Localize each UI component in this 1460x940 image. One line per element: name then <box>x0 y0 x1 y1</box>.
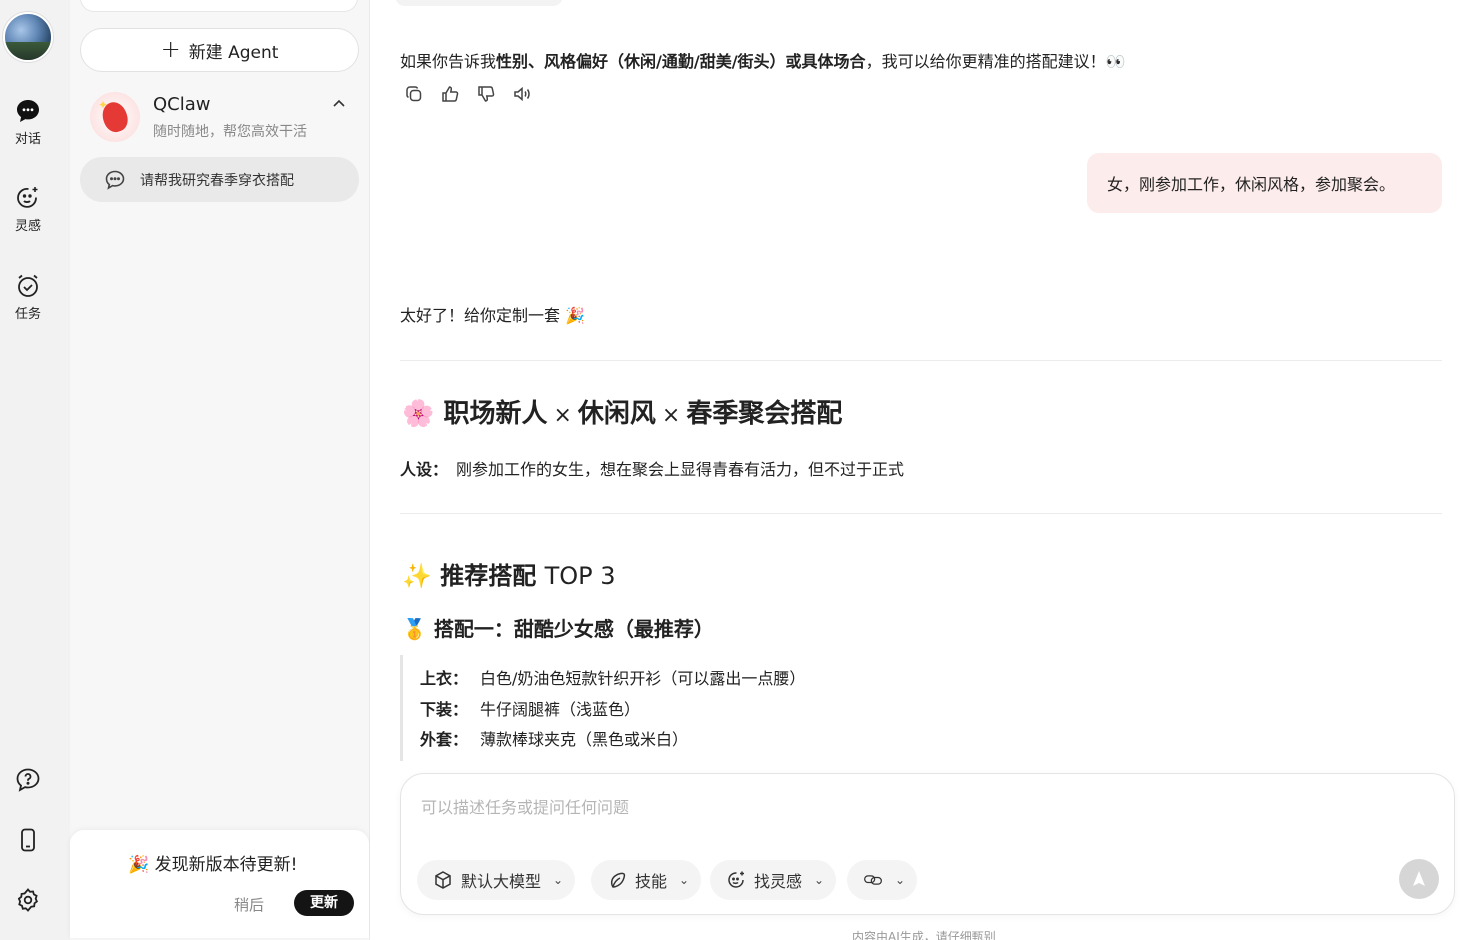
sidebar-top-search[interactable] <box>80 0 358 12</box>
chat-main: 如果你告诉我性别、风格偏好（休闲/通勤/甜美/街头）或具体场合，我可以给你更精准… <box>370 0 1460 940</box>
sparkle-face-icon <box>17 187 38 208</box>
update-title: 🎉 发现新版本待更新! <box>128 855 298 875</box>
update-card: 🎉 发现新版本待更新! 稍后 更新 <box>70 830 369 938</box>
sparkle-face-icon <box>728 871 744 888</box>
item-value: 牛仔阔腿裤（浅蓝色） <box>480 699 641 719</box>
outfit-title-text: 搭配一：甜酷少女感（最推荐） <box>433 617 714 641</box>
inspiration-chip-label: 找灵感 <box>754 872 803 891</box>
chevron-down-icon: ⌄ <box>553 873 564 887</box>
user-avatar[interactable] <box>3 12 53 62</box>
medal-emoji: 🥇 <box>402 617 427 641</box>
heading-sep: × <box>553 403 572 428</box>
rail-item-chat[interactable]: 对话 <box>0 98 56 147</box>
heading-sep2: × <box>661 403 681 428</box>
msg-prefix: 如果你告诉我 <box>400 52 497 71</box>
later-button[interactable]: 稍后 <box>234 894 264 915</box>
section-title-text: 推荐搭配 <box>440 562 537 590</box>
alarm-clock-icon <box>18 274 38 297</box>
chevron-down-icon: ⌄ <box>679 873 690 887</box>
cherry-blossom-emoji: 🌸 <box>402 399 435 429</box>
rail-label-tasks: 任务 <box>14 307 41 322</box>
item-label: 外套： <box>420 730 469 749</box>
divider <box>400 513 1442 514</box>
leaf-icon <box>610 872 626 888</box>
item-label: 上衣： <box>420 669 469 688</box>
persona-line: 人设： 刚参加工作的女生，想在聚会上显得青春有活力，但不过于正式 <box>400 456 904 480</box>
model-chip-label: 默认大模型 <box>461 872 542 891</box>
send-arrow-icon <box>1413 871 1425 886</box>
divider <box>400 360 1442 361</box>
ai-disclaimer: 内容由AI生成，请仔细甄别 <box>852 930 996 940</box>
heading-part3: 春季聚会搭配 <box>686 399 843 429</box>
chevron-down-icon: ⌄ <box>814 873 825 887</box>
chat-bubble-icon <box>17 100 39 122</box>
agent-name: QClaw <box>153 94 211 115</box>
section-title-en: TOP 3 <box>544 562 616 590</box>
plus-icon: + <box>160 34 181 63</box>
rail-label-chat: 对话 <box>14 132 41 147</box>
qclaw-logo: ✦ <box>90 92 140 142</box>
reply-intro: 太好了！给你定制一套 🎉 <box>400 306 586 325</box>
rail-item-inspiration[interactable]: 灵感 <box>0 185 56 234</box>
outfit-item: 上衣： 白色/奶油色短款针织开衫（可以露出一点腰） <box>420 667 1450 698</box>
outfit-items: 上衣： 白色/奶油色短款针织开衫（可以露出一点腰） 下装： 牛仔阔腿裤（浅蓝色） 外… <box>400 655 1450 761</box>
copy-icon[interactable] <box>404 84 424 104</box>
left-rail: 对话 灵感 任务 <box>0 0 70 940</box>
agent-description: 随时随地，帮您高效干活 <box>153 124 307 140</box>
heading-part2: 休闲风 <box>577 399 656 429</box>
phone-button[interactable] <box>0 827 56 857</box>
agent-card[interactable]: ✦ QClaw 随时随地，帮您高效干活 <box>80 88 359 148</box>
persona-label: 人设： <box>400 460 449 479</box>
model-select-chip[interactable]: 默认大模型 ⌄ <box>417 860 576 900</box>
assistant-message-previous: 如果你告诉我性别、风格偏好（休闲/通勤/甜美/街头）或具体场合，我可以给你更精准… <box>400 48 1126 72</box>
outfit-title: 🥇 搭配一：甜酷少女感（最推荐） <box>402 613 714 642</box>
conversation-title: 请帮我研究春季穿衣搭配 <box>140 172 294 189</box>
message-icon <box>105 170 125 190</box>
composer: 默认大模型 ⌄ 技能 ⌄ 找灵感 ⌄ ⌄ <box>400 773 1455 915</box>
chevron-down-icon: ⌄ <box>895 873 906 887</box>
thumbs-up-icon[interactable] <box>440 84 460 104</box>
outfit-item: 外套： 薄款棒球夹克（黑色或米白） <box>420 728 1450 759</box>
sidebar: + 新建 Agent ✦ QClaw 随时随地，帮您高效干活 请帮我研究春季穿衣… <box>70 0 370 940</box>
update-button[interactable]: 更新 <box>294 890 354 916</box>
skills-chip-label: 技能 <box>635 872 668 891</box>
help-icon <box>16 768 40 792</box>
rail-label-inspiration: 灵感 <box>14 219 41 234</box>
settings-icon <box>17 888 39 912</box>
item-label: 下装： <box>420 699 469 719</box>
help-button[interactable] <box>0 767 56 797</box>
sparkles-emoji: ✨ <box>402 562 432 590</box>
item-value: 薄款棒球夹克（黑色或米白） <box>480 730 689 749</box>
cube-icon <box>435 871 451 889</box>
persona-text: 刚参加工作的女生，想在聚会上显得青春有活力，但不过于正式 <box>456 460 905 479</box>
item-value: 白色/奶油色短款针织开衫（可以露出一点腰） <box>480 669 806 688</box>
thumbs-down-icon[interactable] <box>476 84 496 104</box>
message-actions <box>404 84 532 104</box>
phone-icon <box>21 828 35 852</box>
link-icon <box>864 875 882 885</box>
outfit-item: 下装： 牛仔阔腿裤（浅蓝色） <box>420 698 1450 729</box>
conversation-item[interactable]: 请帮我研究春季穿衣搭配 <box>80 157 359 202</box>
section-title: ✨ 推荐搭配 TOP 3 <box>402 556 616 591</box>
skills-chip[interactable]: 技能 ⌄ <box>591 860 702 900</box>
send-button[interactable] <box>1399 859 1439 899</box>
msg-bold: 性别、风格偏好（休闲/通勤/甜美/街头）或具体场合 <box>496 52 866 71</box>
heading-part1: 职场新人 <box>443 399 548 429</box>
new-agent-label: 新建 Agent <box>188 42 279 63</box>
speaker-icon[interactable] <box>512 84 532 104</box>
prompt-input[interactable] <box>421 798 1321 817</box>
chevron-up-icon[interactable] <box>331 96 347 112</box>
settings-button[interactable] <box>0 887 56 917</box>
outfit-heading: 🌸 职场新人 × 休闲风 × 春季聚会搭配 <box>402 393 842 430</box>
msg-suffix: ，我可以给你更精准的搭配建议！👀 <box>865 52 1126 71</box>
inspiration-chip[interactable]: 找灵感 ⌄ <box>710 860 837 900</box>
new-agent-button[interactable]: + 新建 Agent <box>80 28 359 72</box>
previous-message-tail <box>395 0 563 6</box>
rail-item-tasks[interactable]: 任务 <box>0 273 56 322</box>
link-chip[interactable]: ⌄ <box>847 860 918 900</box>
user-message: 女，刚参加工作，休闲风格，参加聚会。 <box>1087 153 1442 213</box>
